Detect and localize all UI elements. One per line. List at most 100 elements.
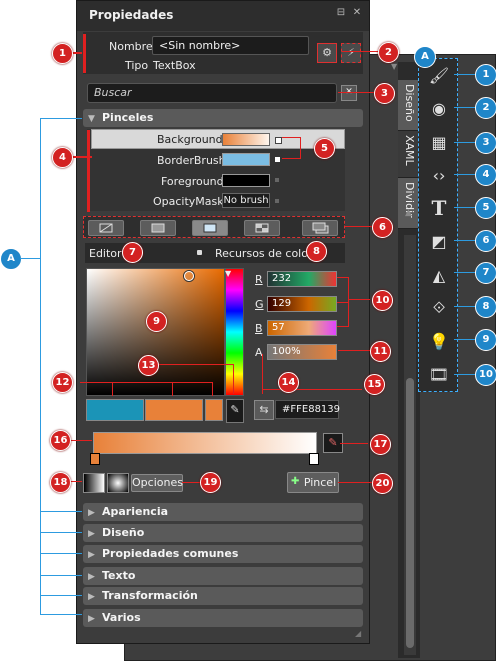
callout-badge: 19 [200, 472, 221, 493]
section-apariencia[interactable]: ▶ Apariencia [83, 503, 363, 521]
type-value: TextBox [153, 59, 196, 72]
scrollbar-thumb[interactable] [406, 378, 414, 648]
foreground-swatch[interactable] [222, 174, 270, 187]
tab-color-resources[interactable]: Recursos de color [215, 247, 312, 260]
options-button[interactable]: Opciones [131, 474, 183, 492]
linear-gradient-button[interactable] [83, 473, 105, 493]
color-cursor[interactable] [184, 271, 194, 281]
callout-badge: 8 [306, 241, 327, 262]
section-propiedades-comunes[interactable]: ▶ Propiedades comunes [83, 545, 363, 563]
callout-badge: 1 [52, 43, 73, 64]
events-icon[interactable]: ⚙ [317, 43, 337, 63]
search-input[interactable]: Buscar [87, 83, 337, 103]
borderbrush-swatch[interactable] [222, 153, 270, 166]
swatch-last[interactable] [205, 399, 223, 421]
callout-badge: 6 [372, 217, 393, 238]
section-diseno[interactable]: ▶ Diseño [83, 524, 363, 542]
tab-xaml[interactable]: XAML [398, 131, 420, 178]
swatch-current[interactable] [145, 399, 203, 421]
callout-badge: 15 [364, 374, 385, 395]
callout-badge: 10 [475, 364, 497, 386]
background-swatch[interactable] [222, 133, 270, 146]
advanced-marker-foreground[interactable] [275, 178, 279, 182]
panel-title: Propiedades [89, 8, 174, 22]
brush-label-background: Background [157, 133, 223, 146]
eyedropper-icon[interactable]: ✎ [226, 399, 244, 423]
tools-toolbar: 🖌 ◉ ▦ ‹› T ◩ ◭ ⟐ 💡 🎞 [418, 58, 458, 392]
name-label: Nombre [109, 40, 153, 53]
advanced-marker-borderbrush[interactable] [275, 157, 280, 162]
callout-badge: 9 [475, 329, 497, 351]
shapes-icon[interactable]: ◩ [427, 229, 451, 253]
section-varios[interactable]: ▶ Varios [83, 609, 363, 627]
hue-thumb-top[interactable]: ▼ [225, 269, 231, 278]
r-label: R [255, 273, 263, 286]
r-field[interactable]: 232 [267, 271, 337, 287]
add-brush-icon: ✚ [291, 476, 300, 487]
section-transformacion[interactable]: ▶ Transformación [83, 587, 363, 605]
properties-panel: Propiedades ⊟ ✕ Nombre <Sin nombre> Tipo… [76, 0, 397, 644]
solid-brush-tab[interactable] [140, 220, 176, 236]
code-icon[interactable]: ‹› [427, 163, 451, 187]
callout-badge: 14 [278, 372, 299, 393]
callout-badge: 18 [50, 472, 71, 493]
no-brush-tab[interactable] [88, 220, 124, 236]
resource-brush-tab[interactable] [302, 220, 338, 236]
gradient-brush-tab[interactable] [192, 220, 228, 236]
callout-badge-a: A [414, 46, 436, 68]
callout-badge: 16 [50, 430, 71, 451]
link-icon[interactable]: ⟐ [427, 296, 451, 320]
callout-badge: 12 [52, 372, 73, 393]
a-field[interactable]: 100% [267, 344, 337, 360]
tile-brush-tab[interactable] [244, 220, 280, 236]
gradient-stop-start[interactable] [90, 453, 100, 465]
brush-label-opacitymask: OpacityMask [153, 195, 224, 208]
section-pinceles[interactable]: ▼ Pinceles [83, 109, 363, 127]
title-bar: Propiedades ⊟ ✕ [77, 1, 369, 31]
camera-icon[interactable]: ◉ [427, 96, 451, 120]
scroll-up-icon[interactable]: ▲ [405, 208, 412, 218]
g-field[interactable]: 129 [267, 296, 337, 312]
callout-badge: 1 [475, 64, 497, 86]
advanced-marker-opacitymask[interactable] [275, 199, 279, 203]
color-eyedropper-button[interactable]: ⇆ [254, 400, 274, 420]
hex-field[interactable]: #FFE88139 [275, 400, 340, 419]
gradient-stop-end[interactable] [309, 453, 319, 465]
brush-type-tabs [83, 216, 345, 238]
radial-gradient-button[interactable] [107, 473, 129, 493]
brush-icon[interactable]: 🖌 [427, 63, 451, 87]
color-field[interactable] [86, 268, 225, 396]
section-texto[interactable]: ▶ Texto [83, 567, 363, 585]
callout-badge: 3 [475, 132, 497, 154]
resize-grip-icon[interactable]: ◢ [355, 629, 361, 638]
bulb-icon[interactable]: 💡 [427, 329, 451, 353]
objects-icon[interactable]: ◭ [427, 263, 451, 287]
clear-search-icon[interactable]: ✕ [341, 85, 357, 101]
hue-slider[interactable] [225, 268, 244, 396]
advanced-marker-background[interactable] [275, 137, 282, 144]
callout-badge: 8 [475, 296, 497, 318]
callout-badge: 2 [378, 42, 399, 63]
callout-badge: 13 [138, 355, 159, 376]
swatch-initial[interactable] [86, 399, 144, 421]
tab-dividir[interactable]: Dividir [398, 178, 420, 229]
name-field[interactable]: <Sin nombre> [152, 36, 309, 55]
lightning-icon[interactable]: ⚡ [341, 43, 361, 63]
dock-icon[interactable]: ⊟ [335, 7, 347, 19]
expand-icon[interactable]: ▼ [391, 62, 397, 71]
tab-editor[interactable]: Editor [89, 247, 122, 260]
media-icon[interactable]: 🎞 [427, 362, 451, 386]
callout-badge: 2 [475, 97, 497, 119]
text-icon[interactable]: T [427, 196, 451, 220]
toggle-dot-icon[interactable] [197, 250, 202, 255]
grid-icon[interactable]: ▦ [427, 130, 451, 154]
close-icon[interactable]: ✕ [351, 7, 363, 19]
callout-badge: 3 [374, 83, 395, 104]
callout-badge: 10 [372, 290, 393, 311]
callout-badge: 4 [52, 147, 73, 168]
tab-diseno[interactable]: Diseño [398, 80, 420, 131]
b-field[interactable]: 57 [267, 320, 337, 336]
opacitymask-value[interactable]: No brush [222, 193, 270, 208]
gradient-bar[interactable] [93, 432, 317, 454]
b-label: B [255, 322, 263, 335]
